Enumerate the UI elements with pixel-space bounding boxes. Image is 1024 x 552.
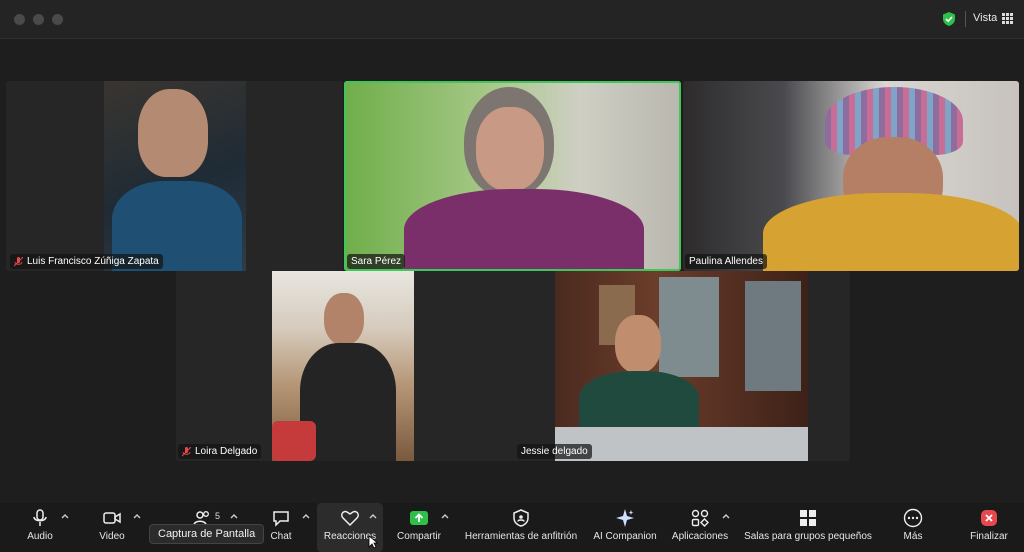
shield-icon[interactable] — [941, 11, 957, 27]
participant-tile[interactable]: Paulina Allendes — [683, 81, 1019, 271]
host-tools-button[interactable]: Herramientas de anfitrión — [460, 503, 582, 552]
participant-name-label: Luis Francisco Zúñiga Zapata — [10, 254, 163, 269]
share-button[interactable]: Compartir — [394, 503, 444, 552]
participant-video — [104, 81, 246, 271]
audio-button[interactable]: Audio — [22, 503, 58, 552]
participant-body — [763, 193, 1019, 271]
participant-name-label: Paulina Allendes — [685, 254, 767, 269]
heart-icon — [341, 510, 359, 527]
close-window-button[interactable] — [14, 14, 25, 25]
end-meeting-button[interactable]: Finalizar — [966, 503, 1012, 552]
participant-face — [615, 315, 661, 373]
ai-companion-button[interactable]: AI Companion — [591, 503, 659, 552]
chevron-up-icon[interactable] — [301, 511, 311, 521]
cursor-icon — [368, 535, 378, 549]
chevron-up-icon[interactable] — [721, 511, 731, 521]
mic-muted-icon — [14, 256, 23, 266]
chevron-up-icon[interactable] — [440, 511, 450, 521]
chat-icon — [273, 511, 289, 527]
camera-icon — [103, 512, 121, 524]
red-object — [272, 421, 316, 461]
host-shield-icon — [513, 509, 529, 527]
participant-video — [272, 271, 414, 461]
grid-icon[interactable] — [1002, 13, 1013, 24]
mic-muted-icon — [182, 446, 191, 456]
video-button[interactable]: Video — [94, 503, 130, 552]
active-speaker-border — [344, 81, 681, 271]
participant-tile-active-speaker[interactable]: Sara Pérez — [344, 81, 681, 271]
tooltip: Captura de Pantalla — [149, 524, 265, 544]
cabinet-glass — [745, 281, 801, 391]
close-icon — [981, 510, 997, 526]
breakout-rooms-icon — [800, 510, 816, 526]
more-dots-icon — [903, 508, 923, 528]
minimize-window-button[interactable] — [33, 14, 44, 25]
chevron-up-icon[interactable] — [229, 511, 239, 521]
window-titlebar: Vista — [0, 0, 1024, 39]
participant-body — [579, 371, 699, 431]
chevron-up-icon[interactable] — [60, 511, 70, 521]
participant-video — [555, 271, 808, 461]
chevron-up-icon[interactable] — [368, 511, 378, 521]
participant-video — [683, 81, 1019, 271]
participant-name-label: Loira Delgado — [178, 444, 262, 459]
header-separator — [965, 11, 966, 27]
participant-name-label: Sara Pérez — [347, 254, 406, 269]
participant-name-label: Jessie delgado — [517, 444, 592, 459]
apps-icon — [691, 509, 709, 527]
view-button[interactable]: Vista — [973, 12, 997, 24]
more-button[interactable]: Más — [898, 503, 928, 552]
cabinet-glass — [659, 277, 719, 377]
participant-face — [138, 89, 208, 177]
participant-tile[interactable]: Loira Delgado — [176, 271, 553, 461]
microphone-icon — [33, 509, 47, 526]
participants-count-badge: 5 — [215, 511, 221, 521]
chevron-up-icon[interactable] — [132, 511, 142, 521]
participant-tile[interactable]: Luis Francisco Zúñiga Zapata — [6, 81, 343, 271]
share-screen-icon — [410, 511, 428, 525]
chat-button[interactable]: Chat — [266, 503, 296, 552]
participant-tile[interactable]: Jessie delgado — [513, 271, 850, 461]
maximize-window-button[interactable] — [52, 14, 63, 25]
breakout-rooms-button[interactable]: Salas para grupos pequeños — [741, 503, 875, 552]
sparkle-icon — [616, 509, 634, 527]
table-surface — [555, 427, 808, 461]
participant-face — [324, 293, 364, 345]
